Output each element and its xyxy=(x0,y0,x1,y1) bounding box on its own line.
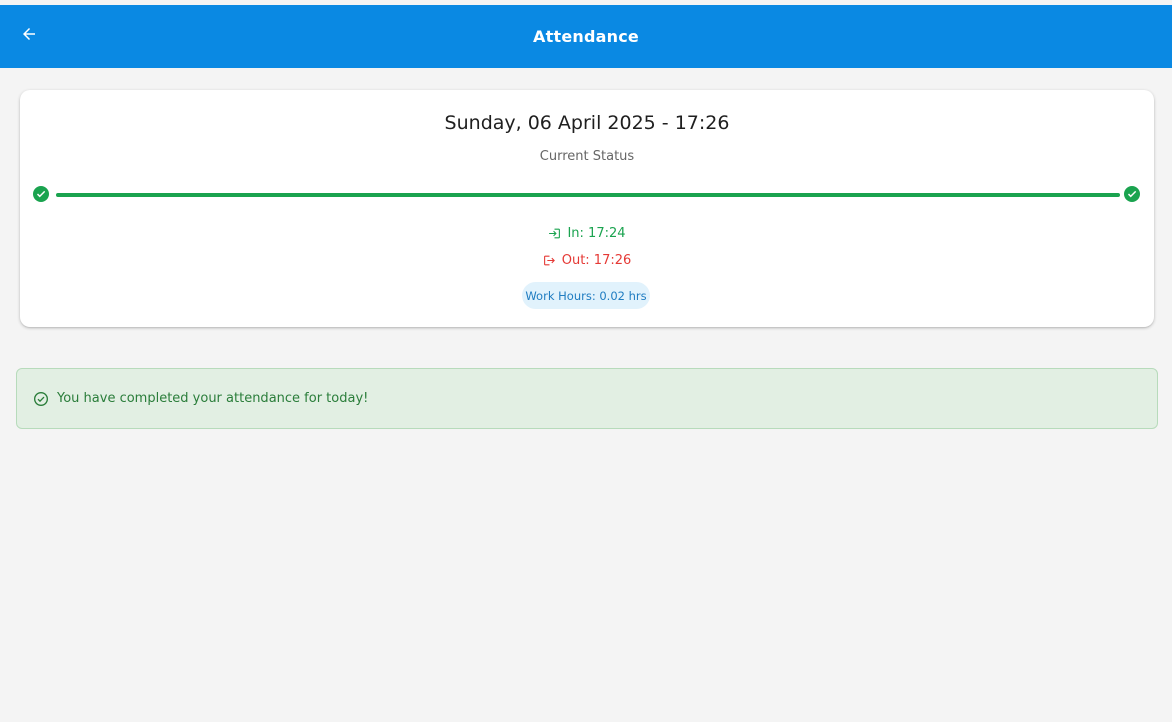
check-circle-icon xyxy=(34,391,48,406)
check-out-time: Out: 17:26 xyxy=(20,253,1154,268)
attendance-card: Sunday, 06 April 2025 - 17:26 Current St… xyxy=(20,90,1154,327)
app-bar: Attendance xyxy=(0,5,1172,68)
work-hours-badge: Work Hours: 0.02 hrs xyxy=(522,282,650,309)
arrow-left-icon xyxy=(23,28,35,40)
attendance-complete-alert: You have completed your attendance for t… xyxy=(16,368,1158,429)
current-datetime: Sunday, 06 April 2025 - 17:26 xyxy=(444,112,730,134)
back-button[interactable] xyxy=(12,17,46,51)
check-in-time: In: 17:24 xyxy=(20,226,1154,241)
check-in-check-icon xyxy=(33,186,49,202)
alert-message: You have completed your attendance for t… xyxy=(57,391,369,406)
attendance-screen: Attendance Sunday, 06 April 2025 - 17:26… xyxy=(0,0,1172,722)
check-in-label: In: 17:24 xyxy=(567,226,626,241)
check-out-check-icon xyxy=(1124,186,1140,202)
attendance-progress-line xyxy=(56,193,1120,197)
page-title: Attendance xyxy=(533,27,639,46)
current-status-label: Current Status xyxy=(539,149,635,164)
logout-icon xyxy=(543,255,555,266)
login-icon xyxy=(549,228,561,239)
check-out-label: Out: 17:26 xyxy=(561,253,632,268)
